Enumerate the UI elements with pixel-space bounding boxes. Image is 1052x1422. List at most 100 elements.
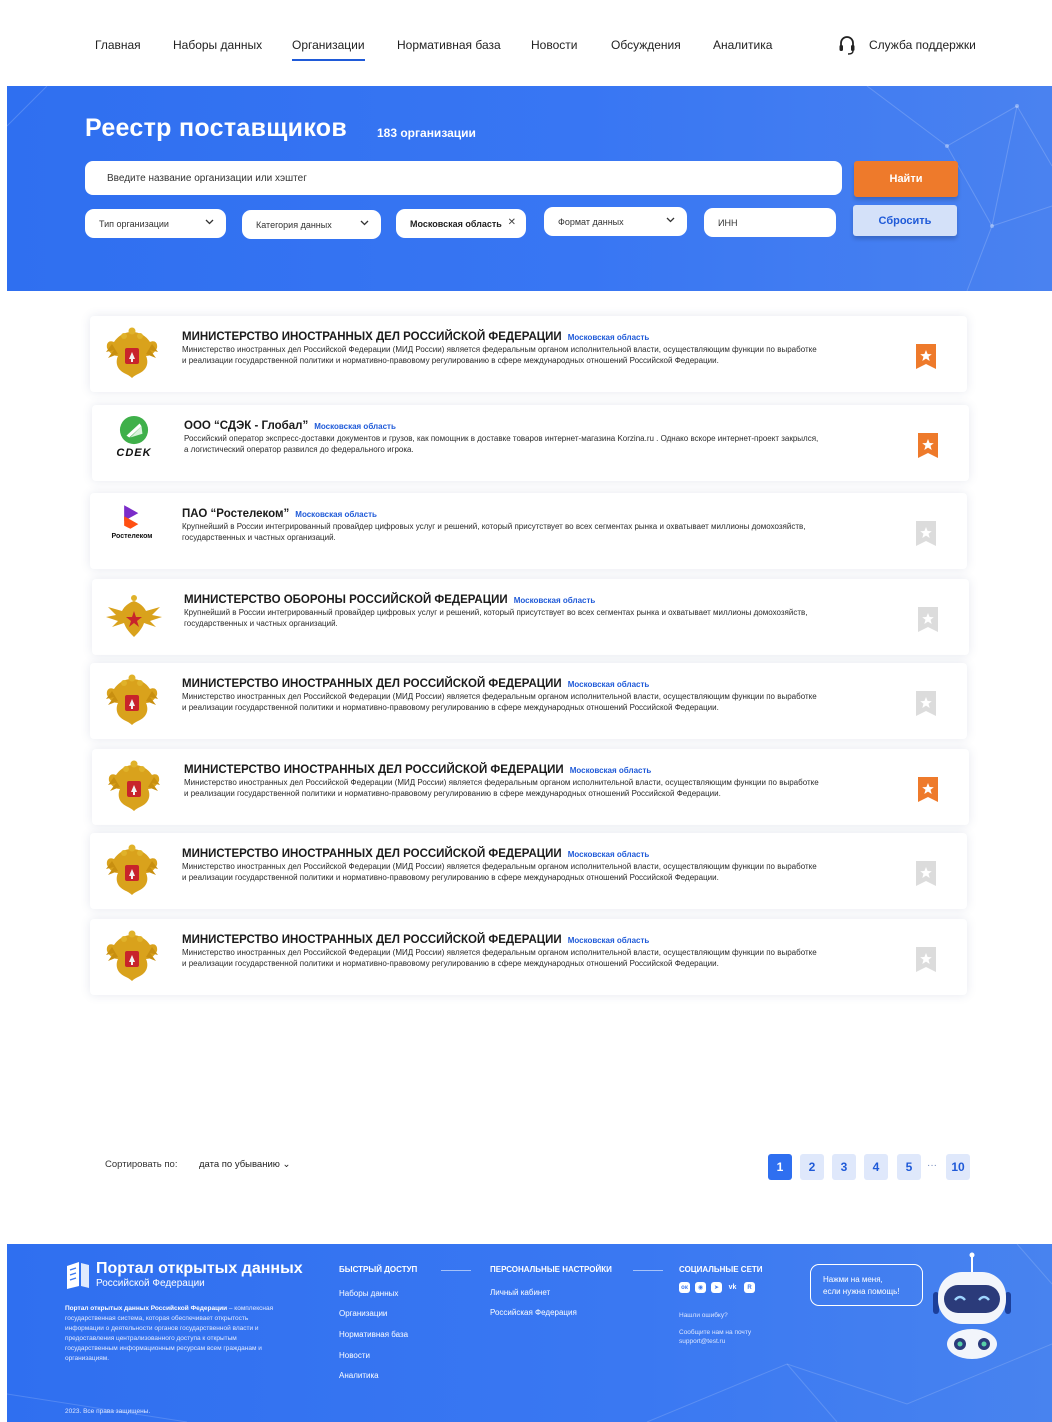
social-title: СОЦИАЛЬНЫЕ СЕТИ	[679, 1265, 763, 1274]
filter-region[interactable]: Московская область ✕	[396, 209, 526, 238]
cdek-emblem-icon	[119, 415, 149, 445]
filter-data-category-label: Категория данных	[256, 219, 332, 230]
find-button[interactable]: Найти	[854, 161, 958, 197]
nav-analytics[interactable]: Аналитика	[713, 38, 772, 52]
error-hint: Сообщите нам на почту	[679, 1329, 752, 1336]
org-description: Крупнейший в России интегрированный пров…	[184, 608, 808, 628]
org-description: Российский оператор экспресс-доставки до…	[184, 434, 819, 454]
page-last[interactable]: 10	[946, 1154, 970, 1180]
org-card[interactable]: МИНИСТЕРСТВО ИНОСТРАННЫХ ДЕЛ РОССИЙСКОЙ …	[90, 316, 967, 392]
filter-data-format[interactable]: Формат данных	[544, 207, 687, 236]
filter-org-type-label: Тип организации	[99, 218, 169, 229]
coat-of-arms-icon	[106, 930, 158, 981]
favorite-bookmark-icon[interactable]	[918, 777, 938, 802]
org-card[interactable]: МИНИСТЕРСТВО ИНОСТРАННЫХ ДЕЛ РОССИЙСКОЙ …	[90, 919, 967, 995]
org-description: Министерство иностранных дел Российской …	[182, 948, 817, 968]
personal-settings-title: ПЕРСОНАЛЬНЫЕ НАСТРОЙКИ	[490, 1265, 612, 1274]
nav-organizations[interactable]: Организации	[292, 38, 365, 61]
support-link[interactable]: Служба поддержки	[838, 35, 976, 55]
footer-about-bold: Портал открытых данных Российской Федера…	[65, 1305, 228, 1312]
filter-inn-label: ИНН	[718, 217, 738, 228]
nav-regulatory-base[interactable]: Нормативная база	[397, 38, 501, 52]
page-5[interactable]: 5	[897, 1154, 921, 1180]
org-card[interactable]: МИНИСТЕРСТВО ИНОСТРАННЫХ ДЕЛ РОССИЙСКОЙ …	[90, 833, 967, 909]
nav-home[interactable]: Главная	[95, 38, 141, 52]
sort-dropdown[interactable]: дата по убыванию ⌄	[199, 1159, 291, 1170]
search-input[interactable]	[85, 161, 842, 195]
coat-of-arms-icon	[106, 674, 158, 725]
org-name[interactable]: ПАО “Ростелеком”	[182, 508, 289, 520]
org-card[interactable]: МИНИСТЕРСТВО ОБОРОНЫ РОССИЙСКОЙ ФЕДЕРАЦИ…	[92, 579, 969, 655]
favorite-bookmark-icon[interactable]	[918, 433, 938, 458]
org-card[interactable]: МИНИСТЕРСТВО ИНОСТРАННЫХ ДЕЛ РОССИЙСКОЙ …	[92, 749, 969, 825]
messenger-icon[interactable]: ◉	[695, 1282, 706, 1293]
footer-link-regulatory[interactable]: Нормативная база	[339, 1330, 408, 1339]
help-bubble[interactable]: Нажми на меня, если нужна помощь!	[810, 1264, 923, 1306]
support-label: Служба поддержки	[869, 38, 976, 52]
footer-link-organizations[interactable]: Организации	[339, 1309, 387, 1318]
assistant-robot-icon[interactable]	[929, 1252, 1015, 1362]
filter-data-format-label: Формат данных	[558, 216, 624, 227]
reset-button[interactable]: Сбросить	[853, 205, 957, 236]
org-header: МИНИСТЕРСТВО ИНОСТРАННЫХ ДЕЛ РОССИЙСКОЙ …	[182, 327, 649, 345]
rutube-icon[interactable]: R	[744, 1282, 755, 1293]
found-error-label: Нашли ошибку?	[679, 1312, 728, 1319]
footer-link-analytics[interactable]: Аналитика	[339, 1371, 379, 1380]
page-4[interactable]: 4	[864, 1154, 888, 1180]
quick-access-title: БЫСТРЫЙ ДОСТУП	[339, 1265, 418, 1274]
chevron-down-icon	[360, 220, 369, 226]
divider	[441, 1270, 471, 1271]
favorite-bookmark-icon[interactable]	[916, 691, 936, 716]
org-header: ПАО “Ростелеком” Московская область	[182, 504, 377, 522]
filter-inn[interactable]: ИНН	[704, 208, 836, 237]
nav-news[interactable]: Новости	[531, 38, 577, 52]
org-description: Министерство иностранных дел Российской …	[184, 778, 819, 798]
nav-discussions[interactable]: Обсуждения	[611, 38, 681, 52]
footer-link-personal-account[interactable]: Личный кабинет	[490, 1288, 550, 1297]
filter-org-type[interactable]: Тип организации	[85, 209, 226, 238]
org-description: Министерство иностранных дел Российской …	[182, 345, 817, 365]
org-name[interactable]: МИНИСТЕРСТВО ИНОСТРАННЫХ ДЕЛ РОССИЙСКОЙ …	[182, 678, 562, 690]
footer-about-text: – комплексная государственная система, к…	[65, 1305, 274, 1362]
vk-icon[interactable]: vk	[727, 1282, 738, 1293]
org-name[interactable]: МИНИСТЕРСТВО ИНОСТРАННЫХ ДЕЛ РОССИЙСКОЙ …	[182, 331, 562, 343]
clear-region-icon[interactable]: ✕	[508, 217, 516, 228]
favorite-bookmark-icon[interactable]	[916, 521, 936, 546]
org-region: Московская область	[567, 680, 650, 689]
org-name[interactable]: МИНИСТЕРСТВО ИНОСТРАННЫХ ДЕЛ РОССИЙСКОЙ …	[182, 848, 562, 860]
favorite-bookmark-icon[interactable]	[918, 607, 938, 632]
favorite-bookmark-icon[interactable]	[916, 344, 936, 369]
rostelecom-emblem-icon	[124, 505, 139, 529]
footer-link-datasets[interactable]: Наборы данных	[339, 1289, 398, 1298]
footer-link-russian-federation[interactable]: Российская Федерация	[490, 1308, 577, 1317]
footer-link-news[interactable]: Новости	[339, 1351, 370, 1360]
footer-logo-title: Портал открытых данных	[96, 1260, 303, 1277]
divider	[633, 1270, 663, 1271]
help-bubble-line2: если нужна помощь!	[823, 1287, 900, 1296]
org-name[interactable]: МИНИСТЕРСТВО ИНОСТРАННЫХ ДЕЛ РОССИЙСКОЙ …	[184, 764, 564, 776]
odnoklassniki-icon[interactable]: ок	[679, 1282, 690, 1293]
defense-emblem-icon	[106, 595, 162, 637]
org-description: Крупнейший в России интегрированный пров…	[182, 522, 806, 542]
filter-data-category[interactable]: Категория данных	[242, 210, 381, 239]
org-card[interactable]: CDEK ООО “СДЭК - Глобал” Московская област…	[92, 405, 969, 481]
org-card[interactable]: МИНИСТЕРСТВО ИНОСТРАННЫХ ДЕЛ РОССИЙСКОЙ …	[90, 663, 967, 739]
org-name[interactable]: МИНИСТЕРСТВО ИНОСТРАННЫХ ДЕЛ РОССИЙСКОЙ …	[182, 934, 562, 946]
org-card[interactable]: Ростелеком ПАО “Ростелеком” Московская обл…	[90, 493, 967, 569]
page-1[interactable]: 1	[768, 1154, 792, 1180]
org-name[interactable]: ООО “СДЭК - Глобал”	[184, 420, 308, 432]
org-name[interactable]: МИНИСТЕРСТВО ОБОРОНЫ РОССИЙСКОЙ ФЕДЕРАЦИ…	[184, 594, 508, 606]
page-3[interactable]: 3	[832, 1154, 856, 1180]
page-2[interactable]: 2	[800, 1154, 824, 1180]
org-region: Московская область	[569, 766, 652, 775]
support-email-link[interactable]: support@test.ru	[679, 1337, 725, 1346]
sort-label: Сортировать по:	[105, 1159, 178, 1170]
chevron-down-icon	[666, 217, 675, 223]
filter-region-label: Московская область	[410, 218, 502, 229]
nav-datasets[interactable]: Наборы данных	[173, 38, 262, 52]
footer: Портал открытых данных Российской Федера…	[7, 1244, 1052, 1422]
telegram-icon[interactable]: ➤	[711, 1282, 722, 1293]
favorite-bookmark-icon[interactable]	[916, 861, 936, 886]
favorite-bookmark-icon[interactable]	[916, 947, 936, 972]
org-region: Московская область	[567, 850, 650, 859]
